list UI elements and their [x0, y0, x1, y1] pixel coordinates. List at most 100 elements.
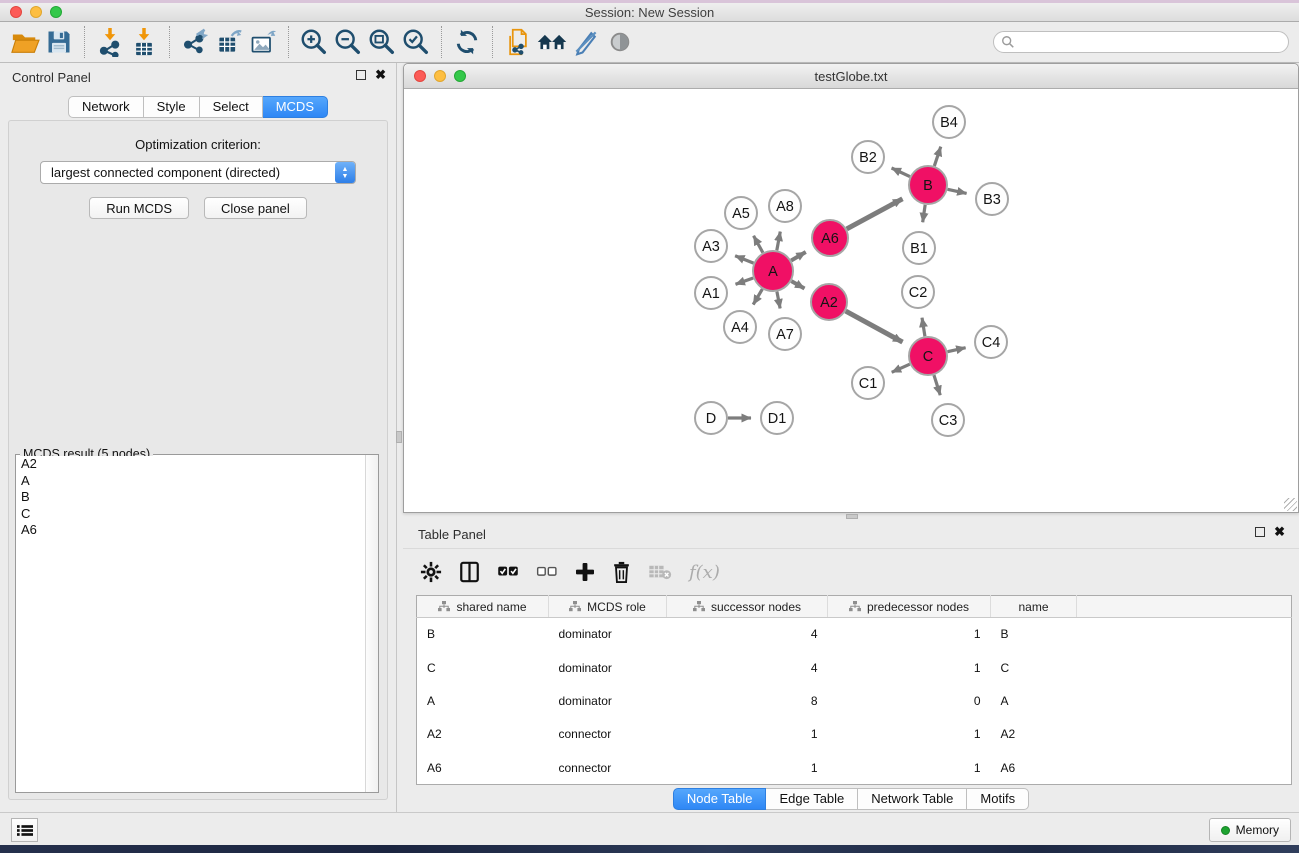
- table-header-row[interactable]: shared nameMCDS rolesuccessor nodesprede…: [417, 596, 1292, 618]
- node-C1[interactable]: C1: [852, 367, 884, 399]
- delete-table-button[interactable]: [648, 564, 672, 580]
- table-row[interactable]: A6connector11A6: [417, 751, 1292, 784]
- export-network-button[interactable]: [178, 25, 212, 59]
- run-mcds-button[interactable]: Run MCDS: [89, 197, 189, 219]
- zoom-out-button[interactable]: [331, 25, 365, 59]
- float-table-panel-icon[interactable]: [1255, 527, 1265, 537]
- column-header-predecessor-nodes[interactable]: predecessor nodes: [828, 596, 991, 618]
- column-header-shared-name[interactable]: shared name: [417, 596, 549, 618]
- deselect-all-button[interactable]: [536, 564, 558, 580]
- edge-A-A8[interactable]: [777, 232, 780, 251]
- edge-C-C3[interactable]: [934, 375, 940, 395]
- node-B3[interactable]: B3: [976, 183, 1008, 215]
- mcds-result-item[interactable]: B: [17, 489, 377, 506]
- minimize-network-button[interactable]: [434, 70, 446, 82]
- close-table-panel-icon[interactable]: ✖: [1274, 527, 1285, 537]
- resize-grip-icon[interactable]: [1284, 498, 1297, 511]
- network-window-titlebar[interactable]: testGlobe.txt: [404, 64, 1298, 89]
- edge-B-B3[interactable]: [948, 189, 967, 193]
- node-A4[interactable]: A4: [724, 311, 756, 343]
- edge-A-A3[interactable]: [735, 256, 753, 263]
- import-table-button[interactable]: [127, 25, 161, 59]
- node-C[interactable]: C: [909, 337, 947, 375]
- splitter-grip-horizontal[interactable]: [846, 514, 858, 519]
- edge-B-B1[interactable]: [923, 205, 925, 222]
- column-browser-button[interactable]: [459, 561, 480, 583]
- table-row[interactable]: Adominator80A: [417, 684, 1292, 717]
- clone-network-button[interactable]: [501, 25, 535, 59]
- edge-A-A5[interactable]: [754, 236, 763, 253]
- node-A2[interactable]: A2: [811, 284, 847, 320]
- search-input[interactable]: [993, 31, 1289, 53]
- tab-node-table[interactable]: Node Table: [673, 788, 767, 810]
- criterion-select[interactable]: largest connected component (directed) ▲…: [40, 161, 356, 184]
- maximize-window-button[interactable]: [50, 6, 62, 18]
- result-scrollbar[interactable]: [365, 455, 378, 792]
- network-graph[interactable]: AA6A2BCA1A3A4A5A7A8B1B2B3B4C1C2C3C4DD1: [405, 89, 1297, 511]
- edge-A-A6[interactable]: [791, 252, 806, 260]
- tab-edge-table[interactable]: Edge Table: [766, 788, 858, 810]
- add-column-button[interactable]: [575, 562, 595, 582]
- tab-select[interactable]: Select: [200, 96, 263, 118]
- zoom-fit-button[interactable]: [365, 25, 399, 59]
- open-session-button[interactable]: [8, 25, 42, 59]
- edge-A-A4[interactable]: [753, 289, 762, 305]
- node-C2[interactable]: C2: [902, 276, 934, 308]
- memory-button[interactable]: Memory: [1209, 818, 1291, 842]
- maximize-network-button[interactable]: [454, 70, 466, 82]
- network-canvas[interactable]: AA6A2BCA1A3A4A5A7A8B1B2B3B4C1C2C3C4DD1: [405, 89, 1297, 511]
- save-session-button[interactable]: [42, 25, 76, 59]
- node-A3[interactable]: A3: [695, 230, 727, 262]
- edge-B-B2[interactable]: [892, 168, 910, 177]
- edge-C-C1[interactable]: [892, 364, 910, 372]
- delete-column-button[interactable]: [612, 561, 631, 583]
- edge-A-A7[interactable]: [777, 292, 780, 309]
- edge-A6-B[interactable]: [847, 199, 903, 229]
- tab-network-table[interactable]: Network Table: [858, 788, 967, 810]
- node-A1[interactable]: A1: [695, 277, 727, 309]
- node-A7[interactable]: A7: [769, 318, 801, 350]
- table-row[interactable]: Cdominator41C: [417, 651, 1292, 684]
- show-hide-button[interactable]: [603, 25, 637, 59]
- table-row[interactable]: Bdominator41B: [417, 618, 1292, 651]
- function-builder-button[interactable]: f(x): [689, 562, 720, 583]
- mcds-result-item[interactable]: A2: [17, 456, 377, 473]
- tab-style[interactable]: Style: [144, 96, 200, 118]
- column-header-successor-nodes[interactable]: successor nodes: [667, 596, 828, 618]
- first-neighbors-button[interactable]: [535, 25, 569, 59]
- column-header-MCDS-role[interactable]: MCDS role: [549, 596, 667, 618]
- refresh-button[interactable]: [450, 25, 484, 59]
- tab-motifs[interactable]: Motifs: [967, 788, 1029, 810]
- node-B4[interactable]: B4: [933, 106, 965, 138]
- edge-A-A2[interactable]: [791, 281, 804, 288]
- edge-B-B4[interactable]: [934, 147, 940, 166]
- edge-C-C4[interactable]: [948, 348, 966, 352]
- close-panel-icon[interactable]: ✖: [375, 70, 386, 80]
- mcds-result-item[interactable]: A6: [17, 522, 377, 539]
- column-header-name[interactable]: name: [991, 596, 1077, 618]
- tab-mcds[interactable]: MCDS: [263, 96, 328, 118]
- node-A5[interactable]: A5: [725, 197, 757, 229]
- tab-network[interactable]: Network: [68, 96, 144, 118]
- edge-A2-C[interactable]: [846, 311, 903, 342]
- node-A[interactable]: A: [753, 251, 793, 291]
- select-all-button[interactable]: [497, 564, 519, 580]
- close-window-button[interactable]: [10, 6, 22, 18]
- float-panel-icon[interactable]: [356, 70, 366, 80]
- table-row[interactable]: A2connector11A2: [417, 718, 1292, 751]
- node-C4[interactable]: C4: [975, 326, 1007, 358]
- node-table[interactable]: shared nameMCDS rolesuccessor nodesprede…: [416, 595, 1292, 785]
- export-table-button[interactable]: [212, 25, 246, 59]
- close-panel-button[interactable]: Close panel: [204, 197, 307, 219]
- close-network-button[interactable]: [414, 70, 426, 82]
- zoom-in-button[interactable]: [297, 25, 331, 59]
- mcds-result-item[interactable]: A: [17, 473, 377, 490]
- node-B[interactable]: B: [909, 166, 947, 204]
- zoom-selected-button[interactable]: [399, 25, 433, 59]
- minimize-window-button[interactable]: [30, 6, 42, 18]
- node-A8[interactable]: A8: [769, 190, 801, 222]
- node-B2[interactable]: B2: [852, 141, 884, 173]
- node-D1[interactable]: D1: [761, 402, 793, 434]
- mcds-result-item[interactable]: C: [17, 506, 377, 523]
- edge-A-A1[interactable]: [736, 278, 754, 284]
